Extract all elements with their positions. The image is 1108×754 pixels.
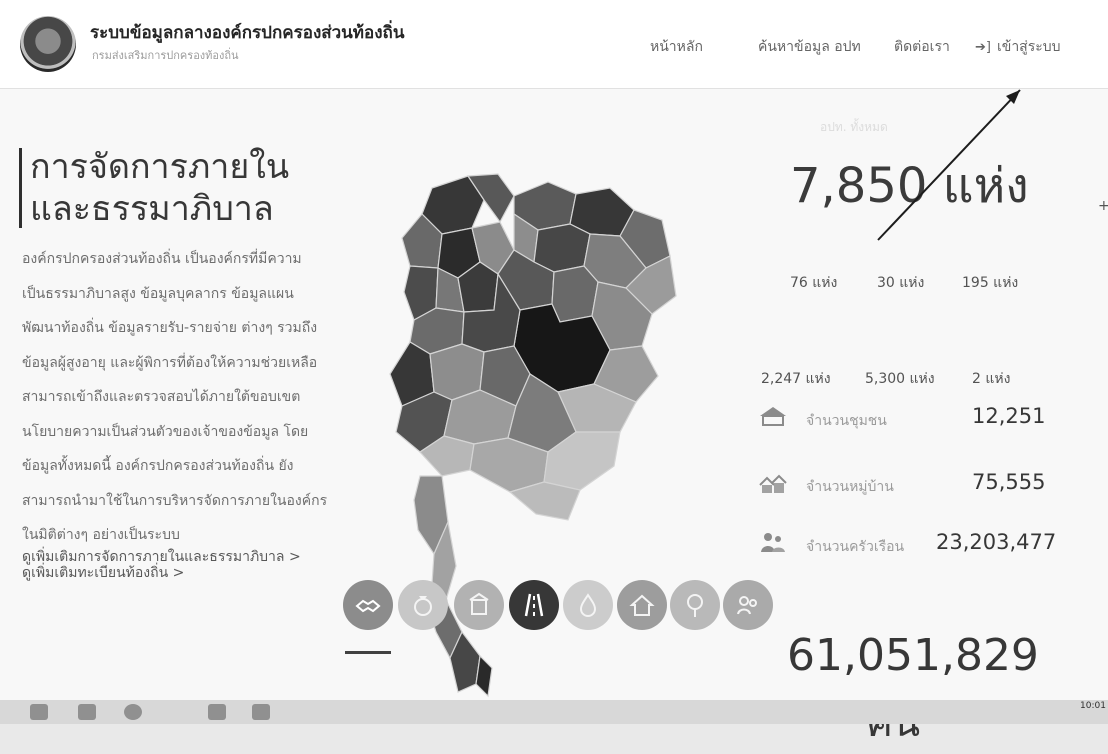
villages-value: 75,555 <box>972 470 1046 494</box>
taskbar-app-icon[interactable] <box>124 704 142 720</box>
taskbar-clock: 10:01 <box>1080 701 1106 711</box>
intro-line: นโยบายความเป็นส่วนตัวของเจ้าของข้อมูล โด… <box>22 423 309 440</box>
intro-line: สามารถนำมาใช้ในการบริหารจัดการภายในองค์ก… <box>22 492 328 509</box>
intro-line: ข้อมูลผู้สูงอายุ และผู้พิการที่ต้องให้คว… <box>22 354 318 371</box>
count-city-municipality: 30 แห่ง <box>877 275 925 291</box>
house-icon <box>629 594 655 616</box>
site-title[interactable]: ระบบข้อมูลกลางองค์กรปกครองส่วนท้องถิ่น <box>90 19 404 46</box>
communities-label: จำนวนชุมชน <box>806 413 887 429</box>
count-pao: 76 แห่ง <box>790 275 838 291</box>
category-handshake-button[interactable] <box>343 580 393 630</box>
handshake-icon <box>355 599 381 613</box>
active-category-underline <box>345 651 391 654</box>
taskbar-app-icon[interactable] <box>208 704 226 720</box>
map-region-ne-5 <box>533 223 591 273</box>
households-label: จำนวนครัวเรือน <box>806 539 905 555</box>
taskbar-app-icon[interactable] <box>30 704 48 720</box>
money-bag-icon <box>414 596 432 616</box>
count-sao: 5,300 แห่ง <box>865 371 935 387</box>
category-people-button[interactable] <box>723 580 773 630</box>
count-town-municipality: 195 แห่ง <box>962 275 1019 291</box>
page: ระบบข้อมูลกลางองค์กรปกครองส่วนท้องถิ่น ก… <box>0 0 1108 746</box>
section-heading: การจัดการภายใน และธรรมาภิบาล <box>30 146 289 230</box>
nav-contact[interactable]: ติดต่อเรา <box>894 36 950 58</box>
nav-login[interactable]: ➔] เข้าสู่ระบบ <box>975 36 1061 58</box>
login-label: เข้าสู่ระบบ <box>996 39 1061 55</box>
count-subdistrict-municipality: 2,247 แห่ง <box>761 371 831 387</box>
household-icon <box>761 533 785 552</box>
category-road-button[interactable] <box>509 580 559 630</box>
site-subtitle: กรมส่งเสริมการปกครองท้องถิ่น <box>92 49 239 62</box>
taskbar <box>0 700 1108 724</box>
building-icon <box>469 592 489 615</box>
site-header: ระบบข้อมูลกลางองค์กรปกครองส่วนท้องถิ่น ก… <box>0 0 1108 89</box>
intro-line: สามารถเข้าถึงและตรวจสอบได้ภายใต้ขอบเขต <box>22 389 301 405</box>
taskbar-app-icon[interactable] <box>252 704 270 720</box>
taskbar-app-icon[interactable] <box>78 704 96 720</box>
intro-line: เป็นธรรมาภิบาลสูง ข้อมูลบุคลากร ข้อมูลแผ… <box>22 285 294 302</box>
population-value: 61,051,829 <box>787 630 1039 681</box>
annotation-arrow <box>877 89 1021 241</box>
intro-line: ข้อมูลทั้งหมดนี้ องค์กรปกครองส่วนท้องถิ่… <box>22 458 294 474</box>
plus-marker: + <box>1098 198 1108 214</box>
category-money-button[interactable] <box>398 580 448 630</box>
link-more-registration[interactable]: ดูเพิ่มเติมทะเบียนท้องถิ่น > <box>22 562 184 584</box>
intro-line: พัฒนาท้องถิ่น ข้อมูลรายรับ-รายจ่าย ต่างๆ… <box>22 320 318 336</box>
nav-home[interactable]: หน้าหลัก <box>650 36 703 58</box>
category-building-button[interactable] <box>454 580 504 630</box>
community-icon <box>760 407 786 426</box>
map-region-ne-9 <box>551 265 599 323</box>
households-value: 23,203,477 <box>936 530 1057 554</box>
category-house-button[interactable] <box>617 580 667 630</box>
category-tree-button[interactable] <box>670 580 720 630</box>
dla-logo[interactable] <box>20 16 76 72</box>
people-icon <box>737 596 757 615</box>
heading-line-2: และธรรมาภิบาล <box>30 189 274 229</box>
villages-label: จำนวนหมู่บ้าน <box>806 479 894 495</box>
heading-accent-bar <box>19 148 22 228</box>
heading-line-1: การจัดการภายใน <box>30 147 290 187</box>
count-special-lao: 2 แห่ง <box>972 371 1011 387</box>
tree-icon <box>687 594 703 617</box>
category-water-button[interactable] <box>563 580 613 630</box>
intro-paragraph: องค์กรปกครองส่วนท้องถิ่น เป็นองค์กรที่มี… <box>22 242 377 553</box>
intro-line: องค์กรปกครองส่วนท้องถิ่น เป็นองค์กรที่มี… <box>22 251 302 267</box>
nav-search-lao[interactable]: ค้นหาข้อมูล อปท <box>758 36 861 58</box>
login-arrow-icon: ➔] <box>975 40 991 55</box>
village-icon <box>759 474 787 493</box>
communities-value: 12,251 <box>972 404 1046 428</box>
road-icon <box>524 593 544 617</box>
water-icon <box>579 593 597 617</box>
